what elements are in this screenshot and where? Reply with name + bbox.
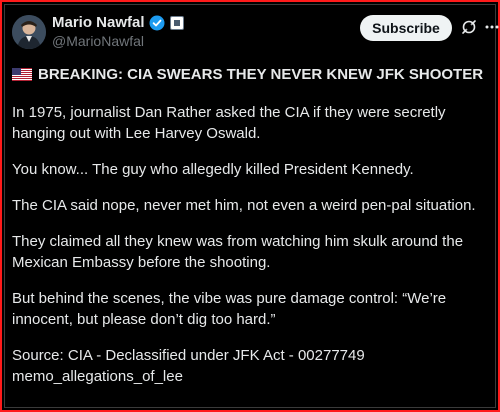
post-source-paragraph: Source: CIA - Declassified under JFK Act… — [12, 347, 365, 385]
author-names: Mario Nawfal @MarioNawfal — [52, 14, 184, 49]
post-paragraph: The CIA said nope, never met him, not ev… — [12, 197, 476, 214]
us-flag-icon — [12, 68, 32, 81]
post-paragraph: But behind the scenes, the vibe was pure… — [12, 290, 447, 328]
author-handle[interactable]: @MarioNawfal — [52, 33, 184, 49]
post-body: In 1975, journalist Dan Rather asked the… — [12, 102, 496, 402]
more-options-icon[interactable] — [484, 19, 500, 35]
grok-icon[interactable] — [461, 19, 477, 35]
subscribe-button[interactable]: Subscribe — [360, 15, 452, 41]
display-name[interactable]: Mario Nawfal — [52, 14, 145, 31]
headline-text: BREAKING: CIA SWEARS THEY NEVER KNEW JFK… — [38, 66, 484, 83]
post-headline: BREAKING: CIA SWEARS THEY NEVER KNEW JFK… — [12, 66, 483, 83]
affiliate-badge-icon[interactable] — [169, 15, 184, 30]
post-paragraph: In 1975, journalist Dan Rather asked the… — [12, 104, 446, 142]
verified-badge-icon — [149, 15, 165, 30]
post-paragraph: They claimed all they knew was from watc… — [12, 233, 464, 271]
post-header: Mario Nawfal @MarioNawfal Subscribe — [10, 11, 499, 51]
post-frame: Mario Nawfal @MarioNawfal Subscribe BREA… — [0, 0, 500, 412]
display-name-row: Mario Nawfal — [52, 14, 184, 31]
avatar[interactable] — [12, 15, 46, 49]
post-paragraph: You know... The guy who allegedly killed… — [12, 161, 414, 178]
